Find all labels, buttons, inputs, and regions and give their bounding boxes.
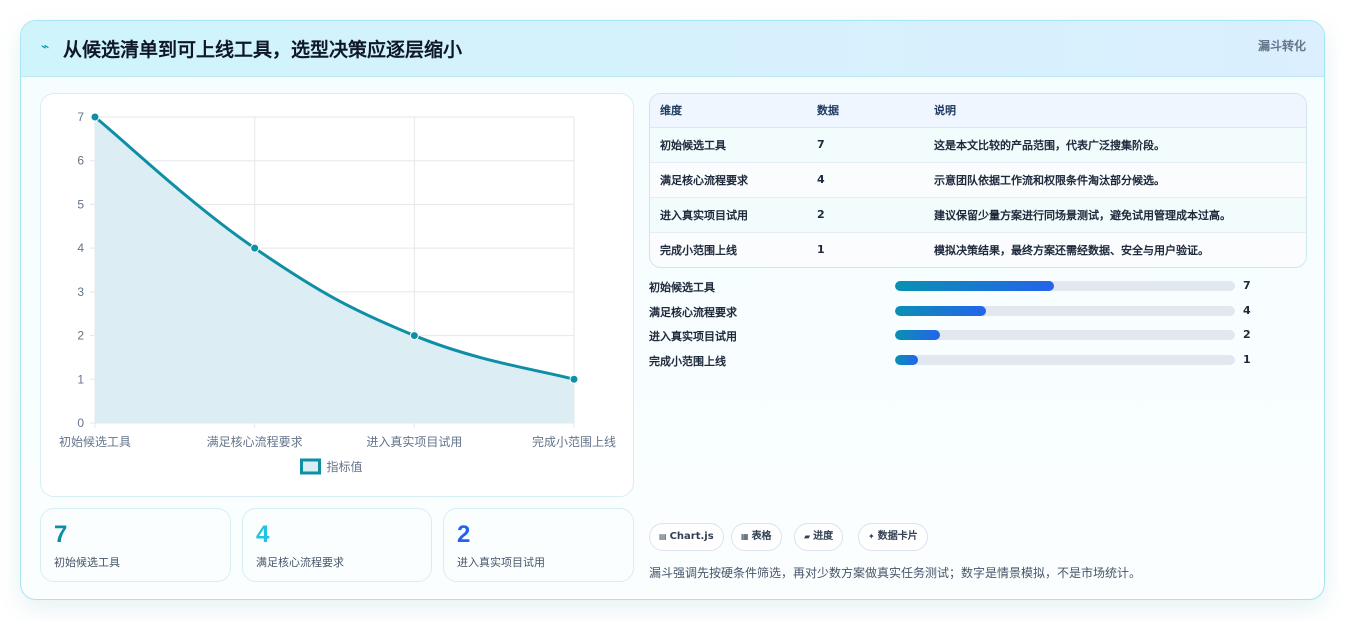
- stat-card: 4 满足核心流程要求: [242, 508, 432, 582]
- progress-row: 初始候选工具 7: [649, 277, 1309, 302]
- stat-value: 4: [256, 521, 270, 548]
- table-cell-value: 4: [807, 162, 924, 198]
- y-tick-label: 3: [77, 285, 84, 299]
- data-point: [569, 374, 579, 384]
- chip-label: 表格: [751, 531, 772, 542]
- table-cell-value: 1: [807, 232, 924, 267]
- table-cell-description: 这是本文比较的产品范围，代表广泛搜集阶段。: [924, 127, 1306, 163]
- stat-label: 满足核心流程要求: [256, 556, 344, 569]
- progress-track: [895, 354, 1235, 365]
- progress-row: 满足核心流程要求 4: [649, 302, 1309, 327]
- chip-chartjs[interactable]: ▤ Chart.js: [649, 523, 724, 551]
- stat-card: 7 初始候选工具: [40, 508, 231, 582]
- chip-label: 进度: [813, 531, 834, 542]
- table-row: 完成小范围上线 1 模拟决策结果，最终方案还需经数据、安全与用户验证。: [650, 232, 1306, 267]
- y-tick-label: 7: [77, 110, 84, 124]
- progress-icon: ▰: [804, 532, 811, 541]
- footnote: 漏斗强调先按硬条件筛选，再对少数方案做真实任务测试；数字是情景模拟，不是市场统计…: [649, 566, 1142, 580]
- progress-fill: [895, 354, 918, 365]
- sparkle-icon: ✦: [868, 532, 875, 541]
- card-header: ⌁ 从候选清单到可上线工具，选型决策应逐层缩小 漏斗转化: [21, 21, 1324, 77]
- progress-value: 2: [1243, 328, 1251, 341]
- table-cell-dimension: 进入真实项目试用: [650, 197, 807, 233]
- stat-label: 进入真实项目试用: [457, 556, 545, 569]
- y-tick-label: 2: [77, 329, 84, 343]
- progress-value: 7: [1243, 279, 1251, 292]
- stat-label: 初始候选工具: [54, 556, 120, 569]
- page-title: 从候选清单到可上线工具，选型决策应逐层缩小: [63, 39, 463, 61]
- progress-fill: [895, 281, 1054, 291]
- chart-panel: 0 1 2 3 4 5 6 7 初始候选工具 满足核心流程要求 进入真实项目试用 完成小范围上线指标值: [40, 93, 634, 497]
- chip-label: 数据卡片: [877, 531, 918, 542]
- x-tick-label: 进入真实项目试用: [366, 434, 462, 449]
- progress-list: 初始候选工具 7 满足核心流程要求 4 进入真实项目试用 2 完成小范围上线 1: [649, 277, 1309, 375]
- chart-icon: ▤: [659, 532, 667, 541]
- column-header-description: 说明: [924, 94, 1306, 128]
- column-header-value: 数据: [807, 94, 924, 128]
- y-tick-label: 6: [77, 154, 84, 168]
- area-chart: 0 1 2 3 4 5 6 7 初始候选工具 满足核心流程要求 进入真实项目试用 完成小范围上线指标值: [59, 110, 616, 475]
- series-area: [95, 117, 574, 423]
- legend-label: 指标值: [327, 459, 363, 474]
- chip-data-cards[interactable]: ✦ 数据卡片: [858, 523, 928, 551]
- progress-fill: [895, 305, 986, 316]
- column-header-dimension: 维度: [650, 94, 807, 128]
- table-row: 满足核心流程要求 4 示意团队依据工作流和权限条件淘汰部分候选。: [650, 162, 1306, 198]
- progress-label: 进入真实项目试用: [649, 330, 737, 343]
- data-point: [409, 331, 419, 341]
- progress-label: 初始候选工具: [649, 281, 715, 294]
- progress-fill: [895, 330, 941, 340]
- funnel-card: ⌁ 从候选清单到可上线工具，选型决策应逐层缩小 漏斗转化 0 1 2 3 4 5 6 7 初始候…: [20, 20, 1325, 600]
- table-cell-value: 7: [807, 127, 924, 163]
- data-table: 维度 数据 说明 初始候选工具 7 这是本文比较的产品范围，代表广泛搜集阶段。 …: [649, 93, 1307, 268]
- progress-label: 完成小范围上线: [649, 354, 726, 368]
- progress-value: 1: [1243, 352, 1251, 366]
- progress-track: [895, 330, 1235, 340]
- table-cell-dimension: 完成小范围上线: [650, 232, 807, 267]
- table-cell-description: 模拟决策结果，最终方案还需经数据、安全与用户验证。: [924, 232, 1306, 267]
- stat-value: 2: [457, 521, 471, 548]
- progress-row: 进入真实项目试用 2: [649, 326, 1309, 351]
- table-icon: ▦: [741, 532, 749, 541]
- category-tag: 漏斗转化: [1257, 39, 1306, 53]
- x-tick-label: 完成小范围上线: [532, 434, 616, 449]
- y-tick-label: 0: [77, 416, 84, 430]
- table-cell-dimension: 初始候选工具: [650, 127, 807, 163]
- progress-track: [895, 281, 1235, 291]
- progress-track: [895, 305, 1235, 316]
- chip-progress[interactable]: ▰ 进度: [794, 523, 844, 551]
- table-cell-description: 建议保留少量方案进行同场景测试，避免试用管理成本过高。: [924, 197, 1306, 233]
- table-row: 初始候选工具 7 这是本文比较的产品范围，代表广泛搜集阶段。: [650, 127, 1306, 163]
- table-cell-dimension: 满足核心流程要求: [650, 162, 807, 198]
- data-point: [250, 243, 260, 253]
- progress-label: 满足核心流程要求: [649, 305, 737, 319]
- data-point: [90, 112, 100, 122]
- progress-value: 4: [1243, 303, 1251, 317]
- y-tick-label: 4: [77, 241, 84, 255]
- y-tick-label: 1: [77, 372, 84, 386]
- legend-swatch: [300, 458, 321, 475]
- stat-card: 2 进入真实项目试用: [443, 508, 634, 582]
- stat-value: 7: [54, 521, 68, 548]
- chip-table[interactable]: ▦ 表格: [731, 523, 782, 551]
- table-cell-description: 示意团队依据工作流和权限条件淘汰部分候选。: [924, 162, 1306, 198]
- x-tick-label: 满足核心流程要求: [207, 434, 303, 449]
- lightning-icon: ⌁: [41, 39, 50, 55]
- progress-row: 完成小范围上线 1: [649, 351, 1309, 376]
- table-cell-value: 2: [807, 197, 924, 233]
- y-tick-label: 5: [77, 197, 84, 211]
- table-row: 进入真实项目试用 2 建议保留少量方案进行同场景测试，避免试用管理成本过高。: [650, 197, 1306, 233]
- x-tick-label: 初始候选工具: [59, 435, 131, 449]
- chip-label: Chart.js: [669, 531, 714, 542]
